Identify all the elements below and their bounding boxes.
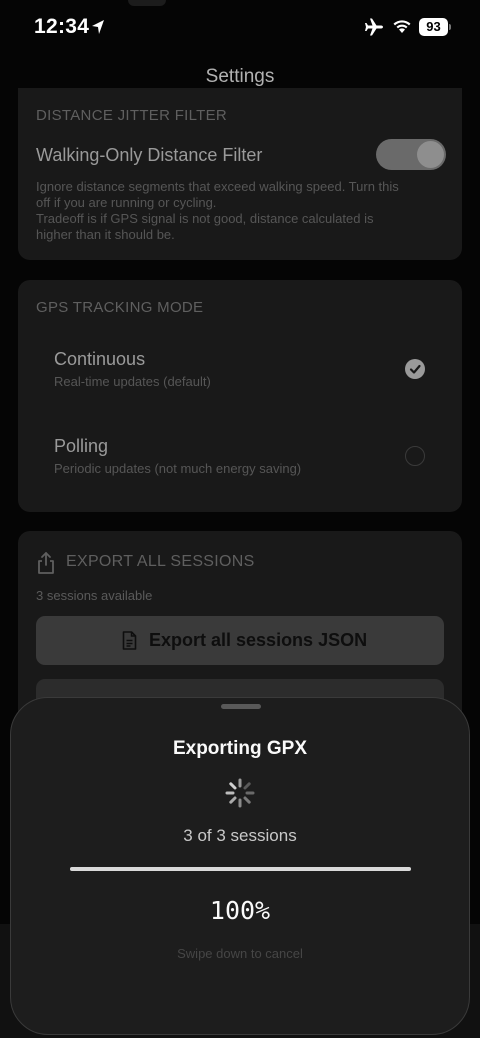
export-json-button[interactable]: Export all sessions JSON bbox=[36, 616, 444, 665]
swipe-to-cancel-hint: Swipe down to cancel bbox=[177, 946, 303, 961]
gps-option-continuous[interactable]: Continuous Real-time updates (default) bbox=[18, 336, 462, 400]
progress-percent: 100% bbox=[209, 896, 271, 925]
option-subtitle: Real-time updates (default) bbox=[54, 374, 211, 389]
document-icon bbox=[122, 631, 137, 650]
airplane-icon bbox=[365, 18, 383, 36]
status-bar: 12:34 93 bbox=[0, 0, 480, 56]
export-json-label: Export all sessions JSON bbox=[149, 630, 368, 650]
gps-mode-card: GPS TRACKING MODE Continuous Real-time u… bbox=[18, 280, 462, 512]
walking-filter-toggle[interactable] bbox=[376, 139, 446, 170]
gps-option-polling[interactable]: Polling Periodic updates (not much energ… bbox=[18, 423, 462, 487]
progress-bar bbox=[70, 867, 411, 871]
sheet-grabber[interactable] bbox=[221, 704, 261, 709]
option-title: Continuous bbox=[54, 349, 146, 369]
distance-filter-description-1: Ignore distance segments that exceed wal… bbox=[36, 179, 399, 194]
distance-filter-description-4: higher than it should be. bbox=[36, 227, 175, 242]
status-time: 12:34 bbox=[34, 15, 90, 38]
distance-filter-card: DISTANCE JITTER FILTER Walking-Only Dist… bbox=[18, 88, 462, 260]
unselected-radio bbox=[405, 446, 425, 466]
distance-filter-section-title: DISTANCE JITTER FILTER bbox=[36, 107, 228, 124]
battery-nub bbox=[449, 24, 451, 30]
share-icon bbox=[38, 552, 54, 574]
distance-filter-description-3: Tradeoff is if GPS signal is not good, d… bbox=[36, 211, 374, 226]
export-progress-sheet[interactable]: Exporting GPX 3 of 3 sessions 100% Swipe… bbox=[10, 697, 470, 1035]
distance-filter-description-2: off if you are running or cycling. bbox=[36, 195, 217, 210]
spinner-icon bbox=[225, 778, 255, 808]
progress-bar-fill bbox=[70, 867, 411, 871]
location-arrow-icon bbox=[92, 20, 104, 34]
walking-filter-label: Walking-Only Distance Filter bbox=[36, 145, 263, 165]
selected-radio bbox=[405, 359, 425, 379]
gps-mode-section-title: GPS TRACKING MODE bbox=[36, 299, 204, 316]
option-title: Polling bbox=[54, 436, 109, 456]
sheet-title: Exporting GPX bbox=[172, 738, 308, 759]
notch-pill bbox=[128, 0, 166, 6]
checkmark-icon bbox=[409, 364, 421, 374]
wifi-icon bbox=[393, 20, 411, 33]
export-section-title: EXPORT ALL SESSIONS bbox=[66, 553, 255, 570]
toggle-knob bbox=[417, 141, 444, 168]
battery-indicator: 93 bbox=[419, 18, 448, 36]
sessions-progress-count: 3 of 3 sessions bbox=[183, 826, 297, 845]
option-subtitle: Periodic updates (not much energy saving… bbox=[54, 461, 302, 476]
settings-screen: 12:34 93 Settings DISTANCE JITTER FILTER… bbox=[0, 0, 480, 1038]
sessions-available: 3 sessions available bbox=[36, 588, 153, 603]
page-title: Settings bbox=[205, 66, 275, 87]
